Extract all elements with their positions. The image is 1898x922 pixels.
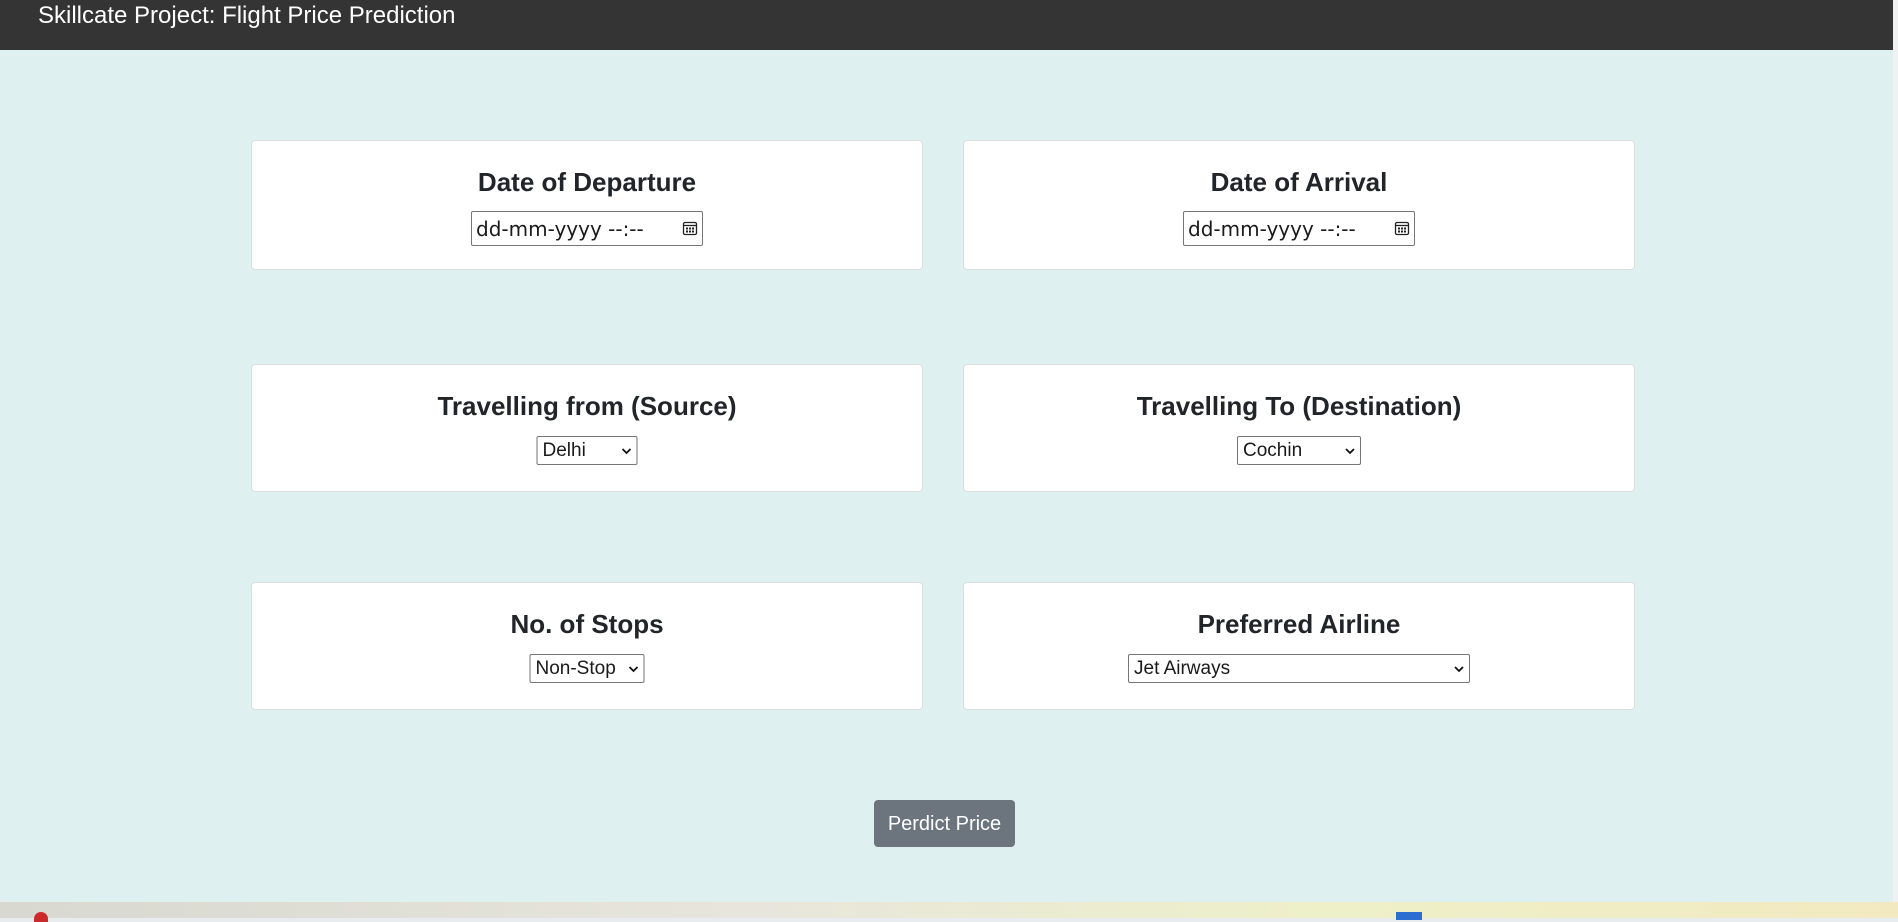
app-title[interactable]: Skillcate Project: Flight Price Predicti…: [38, 2, 456, 30]
source-selected-value: Delhi: [542, 440, 586, 461]
taskbar-app-icon[interactable]: [34, 912, 48, 922]
source-select[interactable]: Delhi: [536, 436, 638, 465]
destination-selected-value: Cochin: [1243, 440, 1303, 461]
stops-selected-value: Non-Stop: [535, 658, 616, 679]
taskbar-strip: [0, 902, 1898, 922]
airline-selected-value: Jet Airways: [1134, 658, 1231, 679]
airline-select[interactable]: Jet Airways: [1128, 654, 1470, 683]
departure-placeholder: dd-mm-yyyy --:--: [476, 217, 644, 241]
stops-label: No. of Stops: [510, 609, 664, 639]
destination-label: Travelling To (Destination): [1136, 391, 1462, 421]
chevron-down-icon: [1454, 666, 1464, 673]
destination-card: Travelling To (Destination) Cochin: [963, 364, 1635, 492]
source-card: Travelling from (Source) Delhi: [251, 364, 923, 492]
departure-card: Date of Departure dd-mm-yyyy --:--: [251, 140, 923, 270]
vertical-scrollbar[interactable]: [1893, 0, 1898, 902]
calendar-icon[interactable]: [1394, 220, 1410, 236]
airline-label: Preferred Airline: [1197, 609, 1401, 639]
top-navbar: Skillcate Project: Flight Price Predicti…: [0, 0, 1893, 50]
chevron-down-icon: [628, 666, 639, 673]
airline-card: Preferred Airline Jet Airways: [963, 582, 1635, 710]
stops-select[interactable]: Non-Stop: [529, 654, 645, 683]
calendar-icon[interactable]: [682, 220, 698, 236]
chevron-down-icon: [1345, 448, 1355, 455]
source-label: Travelling from (Source): [437, 391, 737, 421]
form-area: Date of Departure dd-mm-yyyy --:-- Date …: [0, 50, 1893, 902]
arrival-datetime-input[interactable]: dd-mm-yyyy --:--: [1183, 211, 1415, 246]
predict-price-button[interactable]: Perdict Price: [874, 800, 1015, 847]
arrival-placeholder: dd-mm-yyyy --:--: [1188, 217, 1356, 241]
departure-label: Date of Departure: [477, 167, 697, 197]
arrival-label: Date of Arrival: [1210, 167, 1388, 197]
chevron-down-icon: [621, 448, 632, 455]
destination-select[interactable]: Cochin: [1237, 436, 1361, 465]
departure-datetime-input[interactable]: dd-mm-yyyy --:--: [471, 211, 703, 246]
taskbar-app-icon[interactable]: [1396, 912, 1422, 920]
arrival-card: Date of Arrival dd-mm-yyyy --:--: [963, 140, 1635, 270]
stops-card: No. of Stops Non-Stop: [251, 582, 923, 710]
